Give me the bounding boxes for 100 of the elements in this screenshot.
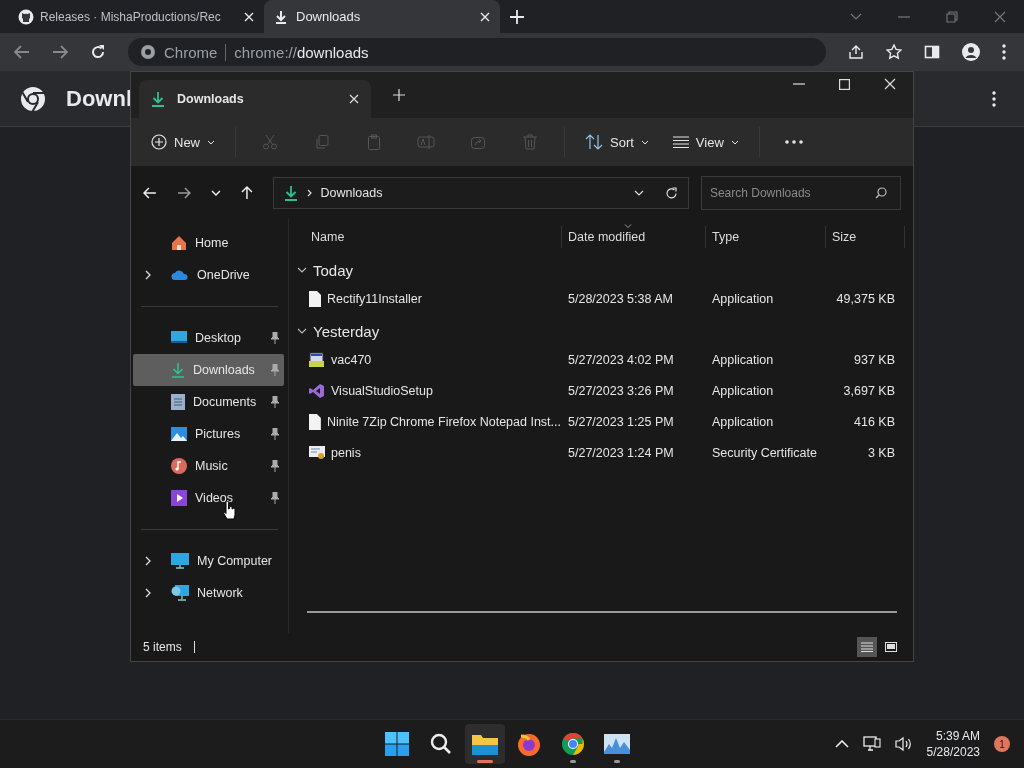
column-header[interactable]: Type xyxy=(705,226,825,248)
caret-icon xyxy=(207,139,215,145)
notification-badge[interactable]: 1 xyxy=(994,736,1010,752)
monitor-icon xyxy=(171,553,189,569)
location-bar[interactable]: Downloads xyxy=(272,177,689,209)
file-icon xyxy=(309,413,321,430)
music-icon xyxy=(171,458,187,474)
maximize-icon[interactable] xyxy=(839,78,850,90)
house-icon xyxy=(171,235,187,251)
folder-icon xyxy=(472,733,499,755)
column-header[interactable]: Date modified xyxy=(561,226,705,248)
item-count: 5 items xyxy=(143,640,182,654)
star-icon[interactable] xyxy=(886,44,902,60)
details-icon xyxy=(861,642,873,652)
scrollbar[interactable] xyxy=(307,611,897,613)
nav-item[interactable]: Music xyxy=(133,450,284,482)
nav-item[interactable]: Videos xyxy=(133,482,284,514)
caret-icon xyxy=(730,139,739,145)
refresh-icon[interactable] xyxy=(664,186,678,200)
share-icon[interactable] xyxy=(848,44,864,60)
details-view-button[interactable] xyxy=(857,637,877,657)
sort-caret-icon xyxy=(624,224,632,228)
nav-item[interactable]: Network xyxy=(133,577,284,609)
pin-icon[interactable] xyxy=(270,428,280,440)
caret-icon xyxy=(640,139,649,145)
clock-date: 5/28/2023 xyxy=(926,745,980,759)
address-bar[interactable]: Chrome chrome://downloads xyxy=(128,38,826,66)
up-icon[interactable] xyxy=(240,186,253,200)
chevron-up-icon[interactable] xyxy=(834,740,849,748)
hand-cursor-icon xyxy=(223,501,237,521)
tab-title: Downloads xyxy=(296,9,362,24)
size-cell-text: 3,697 KB xyxy=(842,383,896,398)
forward-icon[interactable] xyxy=(176,187,191,199)
new-tab-icon[interactable] xyxy=(393,89,405,101)
file-name-cell[interactable]: penis xyxy=(289,444,561,461)
size-cell-text: 3 KB xyxy=(866,445,896,460)
pin-icon[interactable] xyxy=(270,492,280,504)
reload-icon[interactable] xyxy=(90,44,106,60)
menu-icon[interactable] xyxy=(992,90,996,107)
nav-item[interactable]: Documents xyxy=(133,386,284,418)
recent-caret-icon[interactable] xyxy=(210,190,221,196)
url-text: chrome://downloads xyxy=(234,43,369,61)
profile-icon[interactable] xyxy=(962,43,980,61)
restore-icon[interactable] xyxy=(946,10,958,23)
browser-tab[interactable]: Releases · MishaProductions/Rec xyxy=(8,0,264,33)
size-cell-text: 416 KB xyxy=(853,414,896,429)
menu-icon[interactable] xyxy=(1002,44,1006,60)
date-cell-text: 5/27/2023 4:02 PM xyxy=(567,352,675,367)
cloud-icon xyxy=(171,269,189,281)
view-button[interactable]: View xyxy=(662,126,749,158)
side-panel-icon[interactable] xyxy=(924,44,940,60)
chevron-down-icon xyxy=(297,328,307,334)
type-cell-text: Application xyxy=(711,291,775,306)
search-icon xyxy=(430,733,453,755)
chevron-right-icon[interactable] xyxy=(145,270,151,280)
size-cell-text: 937 KB xyxy=(853,352,896,367)
search-field[interactable]: Search Downloads xyxy=(700,176,901,210)
clock[interactable]: 5:39 AM 5/28/2023 xyxy=(926,729,980,759)
date-cell-text: 5/27/2023 1:24 PM xyxy=(567,445,675,460)
group-header[interactable]: Yesterday xyxy=(289,318,905,344)
type-cell-text: Security Certificate xyxy=(711,445,818,460)
size-cell-text: 49,375 KB xyxy=(835,291,896,306)
forward-icon[interactable] xyxy=(52,45,68,59)
nav-item[interactable]: My Computer xyxy=(133,545,284,577)
new-button[interactable]: New xyxy=(141,126,225,158)
file-name-cell[interactable]: Ninite 7Zip Chrome Firefox Notepad Inst... xyxy=(289,413,561,430)
nav-item[interactable]: OneDrive xyxy=(133,259,284,291)
chevron-right-icon xyxy=(306,189,312,197)
file-icon xyxy=(309,290,321,307)
column-header[interactable]: Name xyxy=(289,226,561,248)
window-tab[interactable]: Downloads xyxy=(139,80,371,118)
windows-logo-icon xyxy=(385,732,410,756)
sort-button[interactable]: Sort xyxy=(575,126,659,158)
column-header[interactable]: Size xyxy=(825,226,905,248)
network-icon xyxy=(171,585,189,601)
tab-title: Releases · MishaProductions/Rec xyxy=(40,9,222,24)
file-name-cell[interactable]: vac470 xyxy=(289,351,561,368)
pin-icon[interactable] xyxy=(270,396,280,408)
volume-icon[interactable] xyxy=(894,736,913,752)
taskbar-button[interactable] xyxy=(465,724,506,764)
firefox-icon xyxy=(517,732,542,756)
type-cell-text: Application xyxy=(711,383,775,398)
chevron-right-icon[interactable] xyxy=(145,556,151,566)
nav-item[interactable]: Pictures xyxy=(133,418,284,450)
nav-item[interactable]: Downloads xyxy=(133,354,284,386)
new-tab-icon[interactable] xyxy=(510,9,524,24)
video-icon xyxy=(171,490,187,506)
chevron-right-icon[interactable] xyxy=(145,588,151,598)
download-icon xyxy=(171,362,185,378)
file-name-cell[interactable]: Rectify11Installer xyxy=(289,290,561,307)
desktop-icon xyxy=(171,331,187,345)
tiles-icon xyxy=(885,642,897,652)
file-name-cell[interactable]: VisualStudioSetup xyxy=(289,382,561,399)
nav-item[interactable]: Desktop xyxy=(133,322,284,354)
pin-icon[interactable] xyxy=(270,460,280,472)
nav-item[interactable]: Home xyxy=(133,227,284,259)
group-header[interactable]: Today xyxy=(289,257,905,283)
pin-icon[interactable] xyxy=(270,332,280,344)
browser-tab[interactable]: Downloads xyxy=(264,0,500,33)
network-icon[interactable] xyxy=(862,736,881,752)
